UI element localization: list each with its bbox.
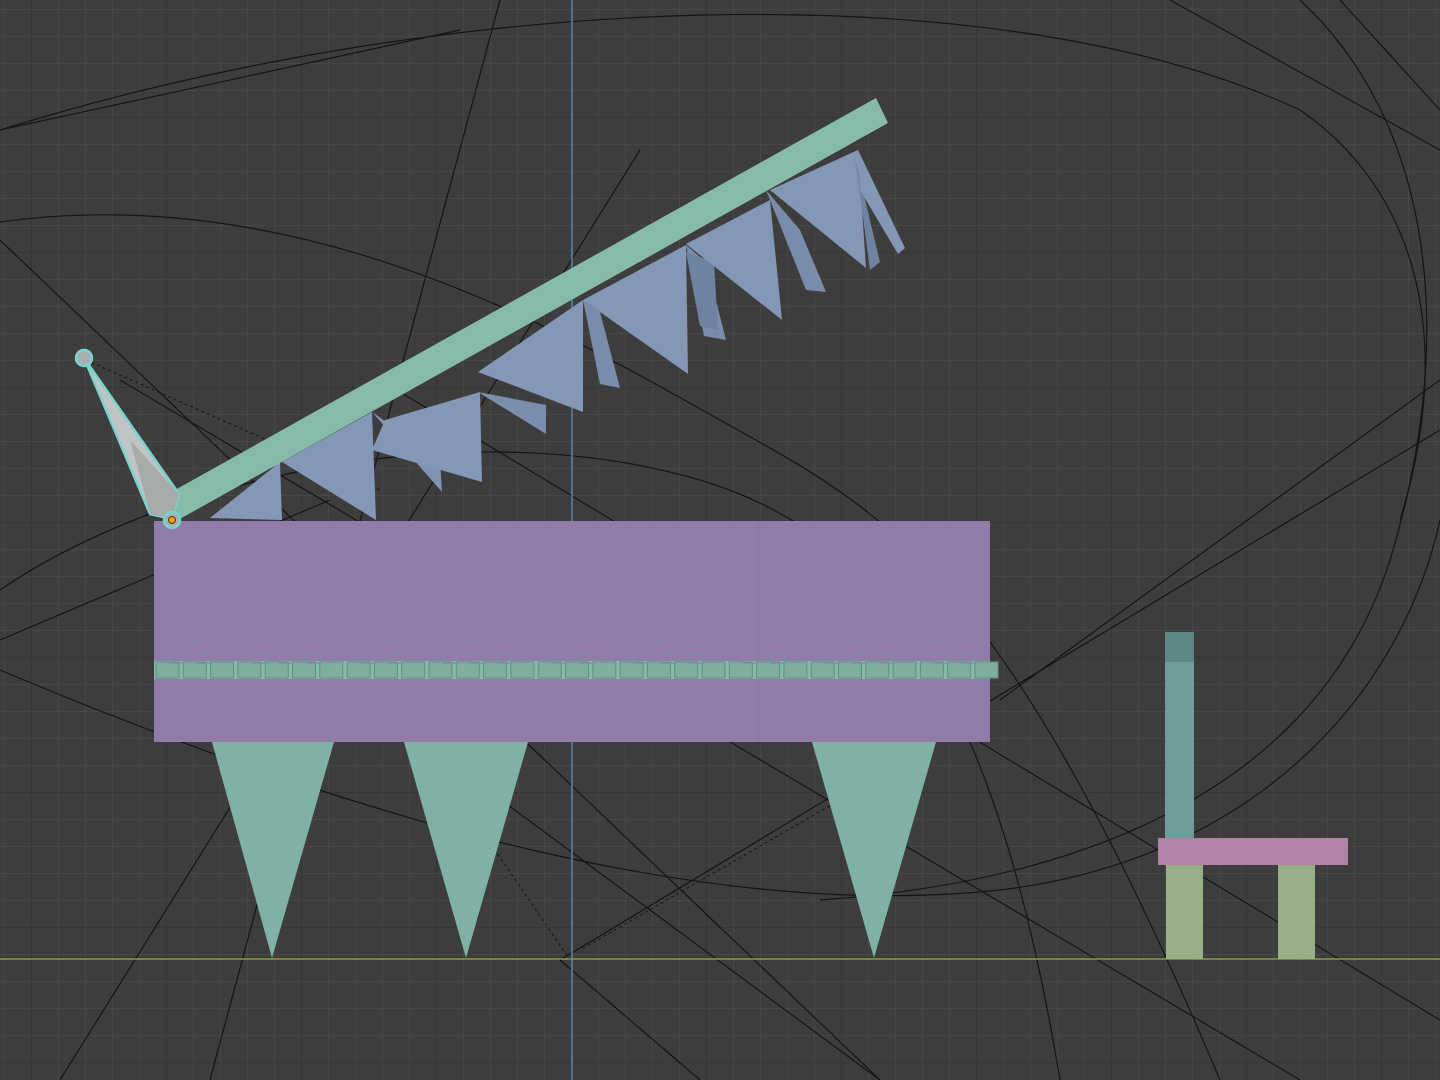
piano-leg-2 (404, 742, 528, 958)
white-key (674, 661, 699, 679)
white-key (455, 661, 480, 679)
white-key (346, 661, 371, 679)
white-key (510, 661, 535, 679)
white-key (728, 661, 753, 679)
white-key (947, 661, 972, 679)
guide-line-3 (0, 29, 461, 131)
piano-legs[interactable] (212, 742, 936, 958)
white-key (182, 661, 207, 679)
white-key (838, 661, 862, 679)
piano-strings-teeth[interactable] (210, 150, 905, 520)
white-key (483, 661, 508, 679)
3d-viewport[interactable] (0, 0, 1440, 1080)
bone-head-joint[interactable] (74, 348, 94, 368)
white-key (701, 661, 726, 679)
white-key (619, 661, 644, 679)
scene-canvas[interactable] (0, 0, 1440, 1080)
guide-line-12 (999, 379, 1440, 701)
white-key (783, 661, 808, 679)
white-key (319, 661, 344, 679)
white-key (646, 661, 671, 679)
white-key (865, 661, 890, 679)
white-key (592, 661, 617, 679)
white-key (237, 661, 262, 679)
tooth (478, 392, 546, 434)
white-key (155, 661, 180, 679)
stool[interactable] (1158, 632, 1348, 959)
white-key (210, 661, 235, 679)
white-key (756, 661, 781, 679)
white-key (401, 661, 426, 679)
stool-back-top (1165, 632, 1194, 662)
piano-leg-1 (212, 742, 334, 958)
piano-body[interactable] (154, 521, 990, 742)
lid-prop-bone[interactable] (74, 348, 182, 530)
white-key (537, 661, 562, 679)
white-key (428, 661, 453, 679)
white-keys (155, 661, 999, 679)
white-key (810, 661, 835, 679)
white-key (373, 661, 398, 679)
guide-line-8 (1339, 0, 1440, 111)
relationship-line-4 (579, 799, 841, 951)
stool-seat (1158, 838, 1348, 865)
white-key (974, 661, 999, 679)
white-key (264, 661, 289, 679)
white-key (919, 661, 944, 679)
origin-marker (168, 516, 176, 524)
piano-leg-3 (812, 742, 936, 958)
stool-back (1165, 632, 1194, 838)
white-key (892, 661, 917, 679)
stool-leg-right (1278, 865, 1315, 959)
white-key (292, 661, 316, 679)
stool-leg-left (1166, 865, 1203, 959)
white-key (565, 661, 589, 679)
guide-line-7 (559, 959, 701, 1080)
